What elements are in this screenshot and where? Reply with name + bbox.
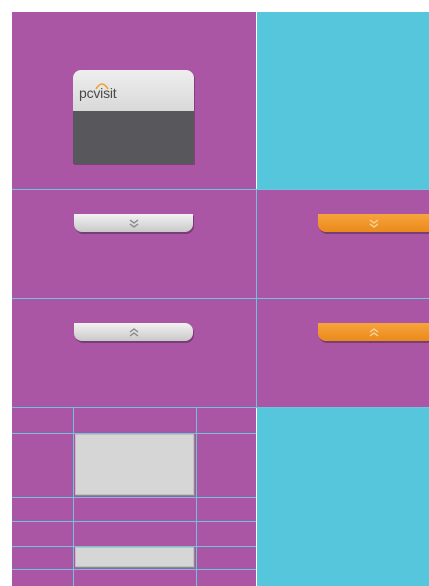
collapse-button-orange[interactable] [318, 214, 429, 232]
collapse-orange-cell [257, 190, 429, 298]
panel-footer-slice [75, 547, 194, 567]
expand-orange-cell [257, 299, 429, 407]
expand-button-grey[interactable] [74, 323, 193, 341]
grid-line [256, 189, 257, 408]
slice-line [73, 408, 74, 586]
panel-body-slice [75, 434, 194, 495]
grid-line [12, 189, 429, 190]
card-body [73, 111, 194, 164]
grid-line [12, 298, 429, 299]
empty-cell-bottom-right [257, 408, 429, 586]
chevron-double-down-icon [129, 218, 138, 228]
chevron-double-down-icon [369, 218, 378, 228]
pcvisit-logo: pcvisit [79, 85, 117, 101]
card-header: pcvisit [73, 70, 194, 111]
collapse-grey-cell [12, 190, 256, 298]
slice-line [12, 521, 256, 522]
sprite-sheet: pcvisit [0, 0, 429, 586]
slice-line [12, 497, 256, 498]
pcvisit-widget-card: pcvisit [73, 70, 194, 164]
grid-line [12, 407, 429, 408]
chevron-double-up-icon [129, 327, 138, 337]
chevron-double-up-icon [369, 327, 378, 337]
slice-line [196, 408, 197, 586]
expand-button-orange[interactable] [318, 323, 429, 341]
empty-cell-top-right [257, 12, 429, 189]
slice-line [12, 569, 256, 570]
expand-grey-cell [12, 299, 256, 407]
collapse-button-grey[interactable] [74, 214, 193, 232]
